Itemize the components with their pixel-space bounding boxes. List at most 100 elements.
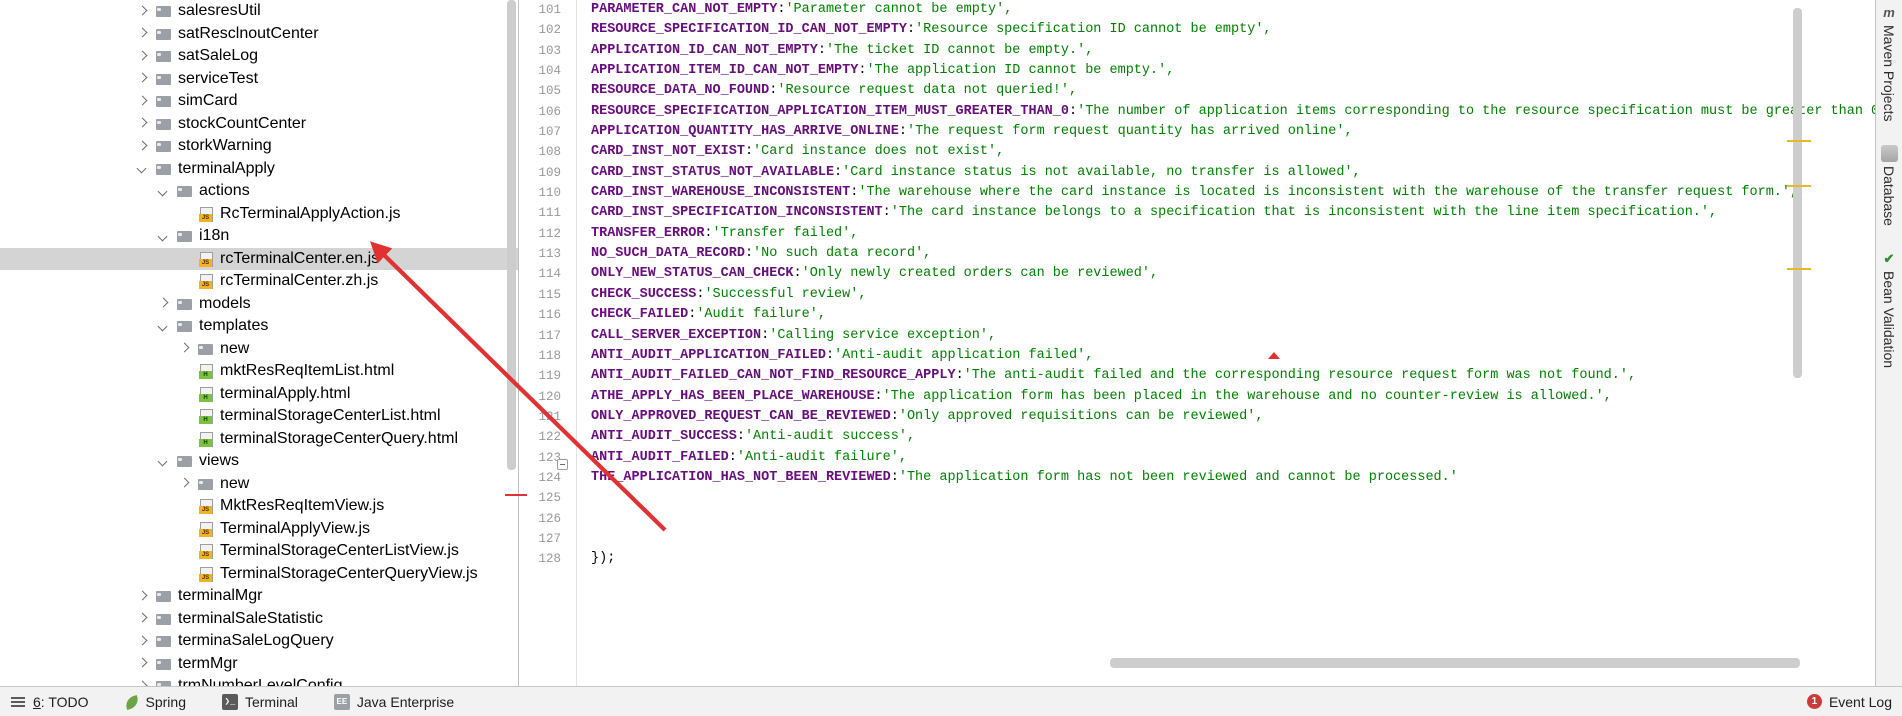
chevron-right-icon[interactable] bbox=[135, 49, 150, 64]
code-line[interactable]: CARD_INST_STATUS_NOT_AVAILABLE:'Card ins… bbox=[577, 163, 1875, 183]
chevron-right-icon[interactable] bbox=[135, 4, 150, 19]
code-line[interactable]: CALL_SERVER_EXCEPTION:'Calling service e… bbox=[577, 326, 1875, 346]
tool-window-database[interactable]: Database bbox=[1880, 145, 1898, 226]
code-line-blank[interactable] bbox=[577, 509, 1875, 529]
code-line[interactable]: ANTI_AUDIT_FAILED:'Anti-audit failure', bbox=[577, 448, 1875, 468]
tree-item-terminalsalestatistic[interactable]: terminalSaleStatistic bbox=[0, 608, 518, 631]
code-line-blank[interactable] bbox=[577, 529, 1875, 549]
chevron-right-icon[interactable] bbox=[135, 71, 150, 86]
editor-pane[interactable]: 101 102 103 104 105 106 107 108 109 110 111 112 113 1… bbox=[519, 0, 1875, 686]
chevron-down-icon[interactable] bbox=[156, 229, 171, 244]
code-line[interactable]: RESOURCE_DATA_NO_FOUND:'Resource request… bbox=[577, 81, 1875, 101]
chevron-right-icon[interactable] bbox=[135, 139, 150, 154]
tree-item-models[interactable]: models bbox=[0, 293, 518, 316]
chevron-right-icon[interactable] bbox=[135, 589, 150, 604]
editor-hscrollbar-thumb[interactable] bbox=[1110, 658, 1800, 668]
tree-item-views[interactable]: views bbox=[0, 450, 518, 473]
tree-item-trmnumberlevelconfig[interactable]: trmNumberLevelConfig bbox=[0, 675, 518, 686]
project-tool-window[interactable]: salesresUtil satResclnoutCenter satSaleLog… bbox=[0, 0, 519, 686]
tree-item-simcard[interactable]: simCard bbox=[0, 90, 518, 113]
code-line[interactable]: APPLICATION_QUANTITY_HAS_ARRIVE_ONLINE:'… bbox=[577, 122, 1875, 142]
project-tree[interactable]: salesresUtil satResclnoutCenter satSaleLog… bbox=[0, 0, 518, 686]
tree-item-terminalstoragecenterlist-html[interactable]: terminalStorageCenterList.html bbox=[0, 405, 518, 428]
tree-item-rcterminalcenter-zh-js[interactable]: rcTerminalCenter.zh.js bbox=[0, 270, 518, 293]
code-line[interactable]: ONLY_APPROVED_REQUEST_CAN_BE_REVIEWED:'O… bbox=[577, 407, 1875, 427]
gutter-marker-warning[interactable] bbox=[1787, 140, 1811, 142]
code-line[interactable]: CARD_INST_SPECIFICATION_INCONSISTENT:'Th… bbox=[577, 203, 1875, 223]
tree-item-mktresreqitemlist-html[interactable]: mktResReqItemList.html bbox=[0, 360, 518, 383]
tree-item-terminalstoragecenterqueryview-js[interactable]: TerminalStorageCenterQueryView.js bbox=[0, 563, 518, 586]
code-line[interactable]: APPLICATION_ID_CAN_NOT_EMPTY:'The ticket… bbox=[577, 41, 1875, 61]
tree-item-terminalapply-html[interactable]: terminalApply.html bbox=[0, 383, 518, 406]
chevron-down-icon[interactable] bbox=[156, 454, 171, 469]
chevron-right-icon[interactable] bbox=[135, 26, 150, 41]
tree-item-servicetest[interactable]: serviceTest bbox=[0, 68, 518, 91]
code-line[interactable]: TRANSFER_ERROR:'Transfer failed', bbox=[577, 224, 1875, 244]
code-line[interactable]: APPLICATION_ITEM_ID_CAN_NOT_EMPTY:'The a… bbox=[577, 61, 1875, 81]
project-tree-scrollbar-thumb[interactable] bbox=[507, 0, 516, 470]
editor-horizontal-scrollbar[interactable] bbox=[577, 658, 1817, 668]
chevron-right-icon[interactable] bbox=[177, 341, 192, 356]
tree-item-terminalapplyview-js[interactable]: TerminalApplyView.js bbox=[0, 518, 518, 541]
tree-item-terminalstoragecenterquery-html[interactable]: terminalStorageCenterQuery.html bbox=[0, 428, 518, 451]
chevron-right-icon[interactable] bbox=[135, 679, 150, 686]
chevron-down-icon[interactable] bbox=[135, 161, 150, 176]
code-fold-toggle[interactable] bbox=[557, 459, 568, 470]
editor-gutter[interactable]: 101 102 103 104 105 106 107 108 109 110 111 112 113 1… bbox=[519, 0, 569, 686]
code-line[interactable]: CHECK_SUCCESS:'Successful review', bbox=[577, 285, 1875, 305]
project-tree-scrollbar[interactable] bbox=[507, 0, 516, 686]
chevron-right-icon[interactable] bbox=[135, 656, 150, 671]
code-line[interactable]: ONLY_NEW_STATUS_CAN_CHECK:'Only newly cr… bbox=[577, 264, 1875, 284]
tree-item-new[interactable]: new bbox=[0, 338, 518, 361]
status-item-java-enterprise[interactable]: EE Java Enterprise bbox=[333, 693, 454, 710]
tree-item-satsalelog[interactable]: satSaleLog bbox=[0, 45, 518, 68]
code-line[interactable]: ATHE_APPLY_HAS_BEEN_PLACE_WAREHOUSE:'The… bbox=[577, 387, 1875, 407]
code-line-blank[interactable] bbox=[577, 488, 1875, 508]
code-line[interactable]: THE_APPLICATION_HAS_NOT_BEEN_REVIEWED:'T… bbox=[577, 468, 1875, 488]
tool-window-maven-projects[interactable]: m Maven Projects bbox=[1881, 4, 1898, 121]
right-tool-window-bar[interactable]: m Maven Projects Database ✔ Bean Validation bbox=[1875, 0, 1902, 686]
tree-item-terminalapply[interactable]: terminalApply bbox=[0, 158, 518, 181]
code-content[interactable]: PARAMETER_CAN_NOT_EMPTY: 'Parameter canno… bbox=[577, 0, 1875, 686]
chevron-right-icon[interactable] bbox=[177, 476, 192, 491]
code-line[interactable]: ANTI_AUDIT_APPLICATION_FAILED:'Anti-audi… bbox=[577, 346, 1875, 366]
chevron-down-icon[interactable] bbox=[156, 319, 171, 334]
tree-item-storkwarning[interactable]: storkWarning bbox=[0, 135, 518, 158]
code-line[interactable]: ANTI_AUDIT_FAILED_CAN_NOT_FIND_RESOURCE_… bbox=[577, 366, 1875, 386]
tool-window-bean-validation[interactable]: ✔ Bean Validation bbox=[1881, 250, 1898, 368]
chevron-right-icon[interactable] bbox=[135, 116, 150, 131]
code-line[interactable]: CARD_INST_WAREHOUSE_INCONSISTENT:'The wa… bbox=[577, 183, 1875, 203]
tree-item-mktresreqitemview-js[interactable]: MktResReqItemView.js bbox=[0, 495, 518, 518]
chevron-right-icon[interactable] bbox=[135, 94, 150, 109]
tree-item-terminalstoragecenterlistview-js[interactable]: TerminalStorageCenterListView.js bbox=[0, 540, 518, 563]
tree-item-templates[interactable]: templates bbox=[0, 315, 518, 338]
tree-item-salesresutil[interactable]: salesresUtil bbox=[0, 0, 518, 23]
tree-item-satresclnoutcenter[interactable]: satResclnoutCenter bbox=[0, 23, 518, 46]
gutter-marker-warning[interactable] bbox=[1787, 268, 1811, 270]
chevron-right-icon[interactable] bbox=[156, 296, 171, 311]
status-item-6-todo[interactable]: 6: TODO bbox=[10, 694, 89, 710]
tree-item-rcterminalcenter-en-js[interactable]: rcTerminalCenter.en.js bbox=[0, 247, 518, 270]
tree-item-termmgr[interactable]: termMgr bbox=[0, 653, 518, 676]
code-line[interactable]: CHECK_FAILED:'Audit failure', bbox=[577, 305, 1875, 325]
tree-item-terminalmgr[interactable]: terminalMgr bbox=[0, 585, 518, 608]
tree-item-i18n[interactable]: i18n bbox=[0, 225, 518, 248]
editor-vertical-scrollbar[interactable] bbox=[1793, 0, 1802, 686]
event-log-button[interactable]: 1 Event Log bbox=[1806, 694, 1892, 710]
tree-item-actions[interactable]: actions bbox=[0, 180, 518, 203]
tree-item-new[interactable]: new bbox=[0, 473, 518, 496]
chevron-right-icon[interactable] bbox=[135, 611, 150, 626]
gutter-marker-warning[interactable] bbox=[1787, 185, 1811, 187]
status-item-terminal[interactable]: ❯_ Terminal bbox=[221, 693, 298, 710]
editor-vscrollbar-thumb[interactable] bbox=[1793, 8, 1802, 378]
chevron-right-icon[interactable] bbox=[135, 634, 150, 649]
code-line[interactable]: CARD_INST_NOT_EXIST:'Card instance does … bbox=[577, 142, 1875, 162]
code-line[interactable]: ANTI_AUDIT_SUCCESS:'Anti-audit success', bbox=[577, 427, 1875, 447]
tree-item-terminasalelogquery[interactable]: terminaSaleLogQuery bbox=[0, 630, 518, 653]
code-line[interactable]: PARAMETER_CAN_NOT_EMPTY:'Parameter canno… bbox=[577, 0, 1875, 20]
code-line[interactable]: RESOURCE_SPECIFICATION_APPLICATION_ITEM_… bbox=[577, 102, 1875, 122]
chevron-down-icon[interactable] bbox=[156, 184, 171, 199]
tree-item-stockcountcenter[interactable]: stockCountCenter bbox=[0, 113, 518, 136]
code-line[interactable]: RESOURCE_SPECIFICATION_ID_CAN_NOT_EMPTY:… bbox=[577, 20, 1875, 40]
status-item-spring[interactable]: Spring bbox=[123, 694, 186, 711]
